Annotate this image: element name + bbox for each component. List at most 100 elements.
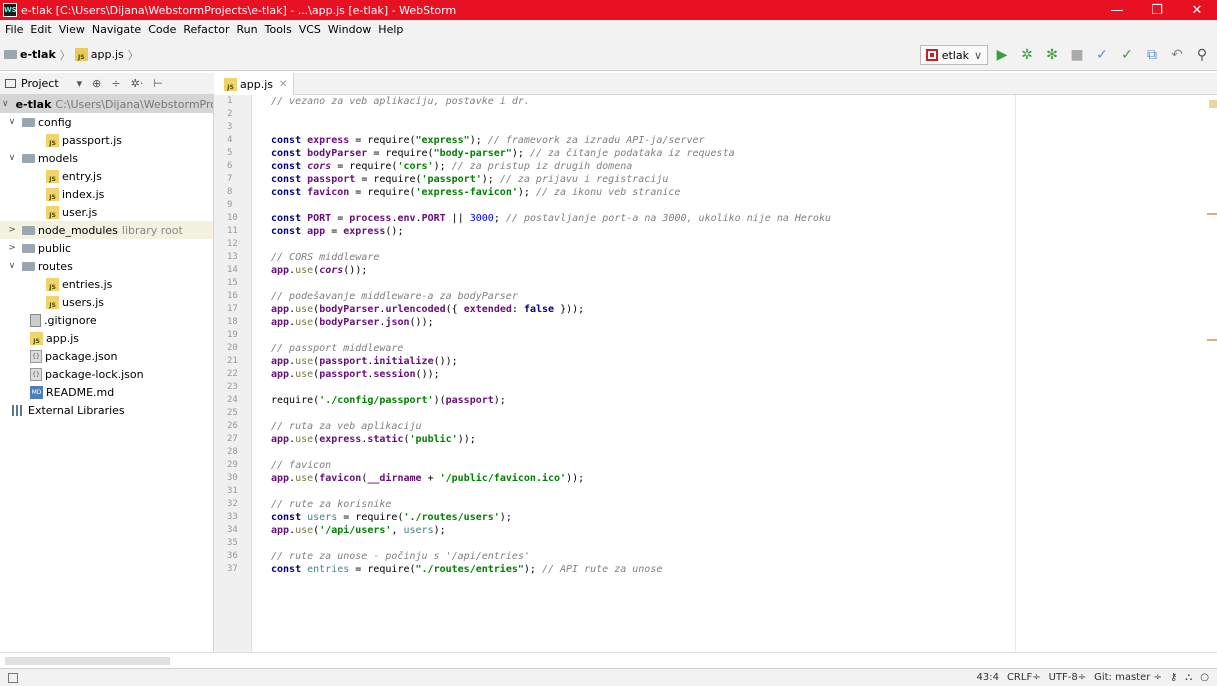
cursor-position[interactable]: 43:4 xyxy=(976,672,998,683)
tree-item-package-lock[interactable]: {} package-lock.json xyxy=(0,365,213,383)
run-icon[interactable]: ▶ xyxy=(991,44,1013,66)
menu-edit[interactable]: Edit xyxy=(28,23,56,36)
line-number: 10 xyxy=(227,213,238,223)
line-number: 34 xyxy=(227,525,238,535)
menu-code[interactable]: Code xyxy=(146,23,181,36)
tree-item-label: config xyxy=(38,115,72,129)
tree-item-entries[interactable]: JS entries.js xyxy=(0,275,213,293)
code-line: // favicon xyxy=(271,459,831,472)
error-stripe-marker[interactable] xyxy=(1207,339,1217,341)
menu-tools[interactable]: Tools xyxy=(263,23,297,36)
line-number: 17 xyxy=(227,304,238,314)
menu-view[interactable]: View xyxy=(57,23,90,36)
search-icon[interactable]: ⚲ xyxy=(1191,44,1213,66)
code-line: app.use(passport.initialize()); xyxy=(271,356,458,367)
tree-item-passport[interactable]: JS passport.js xyxy=(0,131,213,149)
tree-item-public[interactable]: > public xyxy=(0,239,213,257)
menu-run[interactable]: Run xyxy=(235,23,263,36)
coverage-icon[interactable]: ✻ xyxy=(1041,44,1063,66)
vcs-commit-icon[interactable]: ✓ xyxy=(1116,44,1138,66)
tree-item-routes[interactable]: ∨ routes xyxy=(0,257,213,275)
code-line: // passport middleware xyxy=(271,342,831,355)
gear-icon[interactable]: ✲· xyxy=(131,77,144,90)
hide-icon[interactable]: ⊢ xyxy=(153,77,163,90)
tree-item-label: entry.js xyxy=(62,169,102,183)
notifications-icon[interactable]: ○ xyxy=(1200,672,1209,683)
vcs-update-icon[interactable]: ✓ xyxy=(1091,44,1113,66)
inspector-icon[interactable]: ⛬ xyxy=(1185,672,1192,683)
tree-item-user[interactable]: JS user.js xyxy=(0,203,213,221)
code-line: app.use(express.static('public')); xyxy=(271,434,476,445)
horizontal-scrollbar[interactable] xyxy=(0,652,1217,668)
git-branch[interactable]: Git: master ÷ xyxy=(1094,672,1162,683)
breadcrumb-project[interactable]: e-tlak xyxy=(20,48,56,61)
tool-windows-icon[interactable] xyxy=(8,672,18,683)
tree-item-users[interactable]: JS users.js xyxy=(0,293,213,311)
stop-icon[interactable]: ■ xyxy=(1066,44,1088,66)
tree-item-readme[interactable]: MD README.md xyxy=(0,383,213,401)
tree-item-gitignore[interactable]: .gitignore xyxy=(0,311,213,329)
line-number-gutter: 1 2 3 4 5 6 7 8 9 10 11 12 13 14 15 16 17 18 19 20 21 22 23 24 2… xyxy=(214,95,252,652)
scrollbar-thumb[interactable] xyxy=(5,657,170,665)
tree-item-external-libraries[interactable]: External Libraries xyxy=(0,401,213,419)
tab-app-js[interactable]: JS app.js ✕ xyxy=(214,73,295,95)
code-comment: // za ikonu veb stranice xyxy=(535,187,681,198)
close-icon[interactable]: ✕ xyxy=(279,79,287,90)
code-line: // rute za korisnike xyxy=(271,498,831,511)
line-number: 35 xyxy=(227,538,238,548)
tree-item-index[interactable]: JS index.js xyxy=(0,185,213,203)
code-content[interactable]: // vezano za veb aplikaciju, postavke i … xyxy=(271,95,831,576)
line-separator[interactable]: CRLF÷ xyxy=(1007,672,1041,683)
close-button[interactable]: ✕ xyxy=(1177,3,1217,18)
code-editor[interactable]: 1 2 3 4 5 6 7 8 9 10 11 12 13 14 15 16 17 18 19 20 21 22 23 24 2… xyxy=(214,95,1217,652)
code-comment: // rute za korisnike xyxy=(271,499,392,510)
error-stripe-marker[interactable] xyxy=(1207,213,1217,215)
tree-item-label: README.md xyxy=(46,385,115,399)
editor-tab-bar: JS app.js ✕ xyxy=(214,73,1217,95)
code-line: require('./config/passport')(passport); xyxy=(271,395,506,406)
tree-item-config[interactable]: ∨ config xyxy=(0,113,213,131)
tree-item-path: C:\Users\Dijana\WebstormPro xyxy=(55,97,214,111)
locate-icon[interactable]: ⊕ xyxy=(92,77,101,90)
minimize-button[interactable]: — xyxy=(1097,3,1137,18)
tree-item-models[interactable]: ∨ models xyxy=(0,149,213,167)
project-panel-title[interactable]: Project xyxy=(21,77,59,90)
revert-icon[interactable]: ↶ xyxy=(1166,44,1188,66)
tree-item-label: entries.js xyxy=(62,277,113,291)
code-line: const entries = require("./routes/entrie… xyxy=(271,564,663,575)
menu-refactor[interactable]: Refactor xyxy=(181,23,234,36)
vertical-scrollbar[interactable] xyxy=(1205,95,1217,652)
menu-navigate[interactable]: Navigate xyxy=(90,23,146,36)
code-comment: // postavljanje port-a na 3000, ukoliko … xyxy=(505,213,831,224)
lock-icon[interactable]: ⚷ xyxy=(1170,672,1177,683)
menu-bar: File Edit View Navigate Code Refactor Ru… xyxy=(0,20,1217,39)
menu-vcs[interactable]: VCS xyxy=(297,23,326,36)
line-number: 9 xyxy=(227,200,233,210)
debug-icon[interactable]: ✲ xyxy=(1016,44,1038,66)
file-encoding[interactable]: UTF-8÷ xyxy=(1049,672,1087,683)
chevron-down-icon[interactable]: ▾ xyxy=(77,77,83,90)
code-comment: // podešavanje middleware-a za bodyParse… xyxy=(271,291,518,302)
line-number: 8 xyxy=(227,187,233,197)
line-number: 6 xyxy=(227,161,233,171)
collapse-icon[interactable]: ÷ xyxy=(111,77,120,90)
tree-item-label: package.json xyxy=(45,349,118,363)
tree-item-root[interactable]: ∨ e-tlak C:\Users\Dijana\WebstormPro xyxy=(0,95,213,113)
line-number: 37 xyxy=(227,564,238,574)
tree-item-package[interactable]: {} package.json xyxy=(0,347,213,365)
menu-file[interactable]: File xyxy=(3,23,28,36)
vcs-compare-icon[interactable]: ⧉ xyxy=(1141,44,1163,66)
menu-help[interactable]: Help xyxy=(376,23,408,36)
code-line: // rute za unose - počinju s '/api/entri… xyxy=(271,550,831,563)
tree-item-label: External Libraries xyxy=(28,403,125,417)
breadcrumb-file[interactable]: app.js xyxy=(91,48,124,61)
tree-item-node-modules[interactable]: > node_modules library root xyxy=(0,221,213,239)
folder-icon xyxy=(22,225,35,235)
tree-item-appjs[interactable]: JS app.js xyxy=(0,329,213,347)
tree-item-entry[interactable]: JS entry.js xyxy=(0,167,213,185)
menu-window[interactable]: Window xyxy=(326,23,376,36)
run-config-selector[interactable]: etlak ∨ xyxy=(919,45,988,65)
code-line: // ruta za veb aplikaciju xyxy=(271,420,831,433)
library-icon xyxy=(12,404,24,416)
maximize-button[interactable]: ❐ xyxy=(1137,3,1177,18)
